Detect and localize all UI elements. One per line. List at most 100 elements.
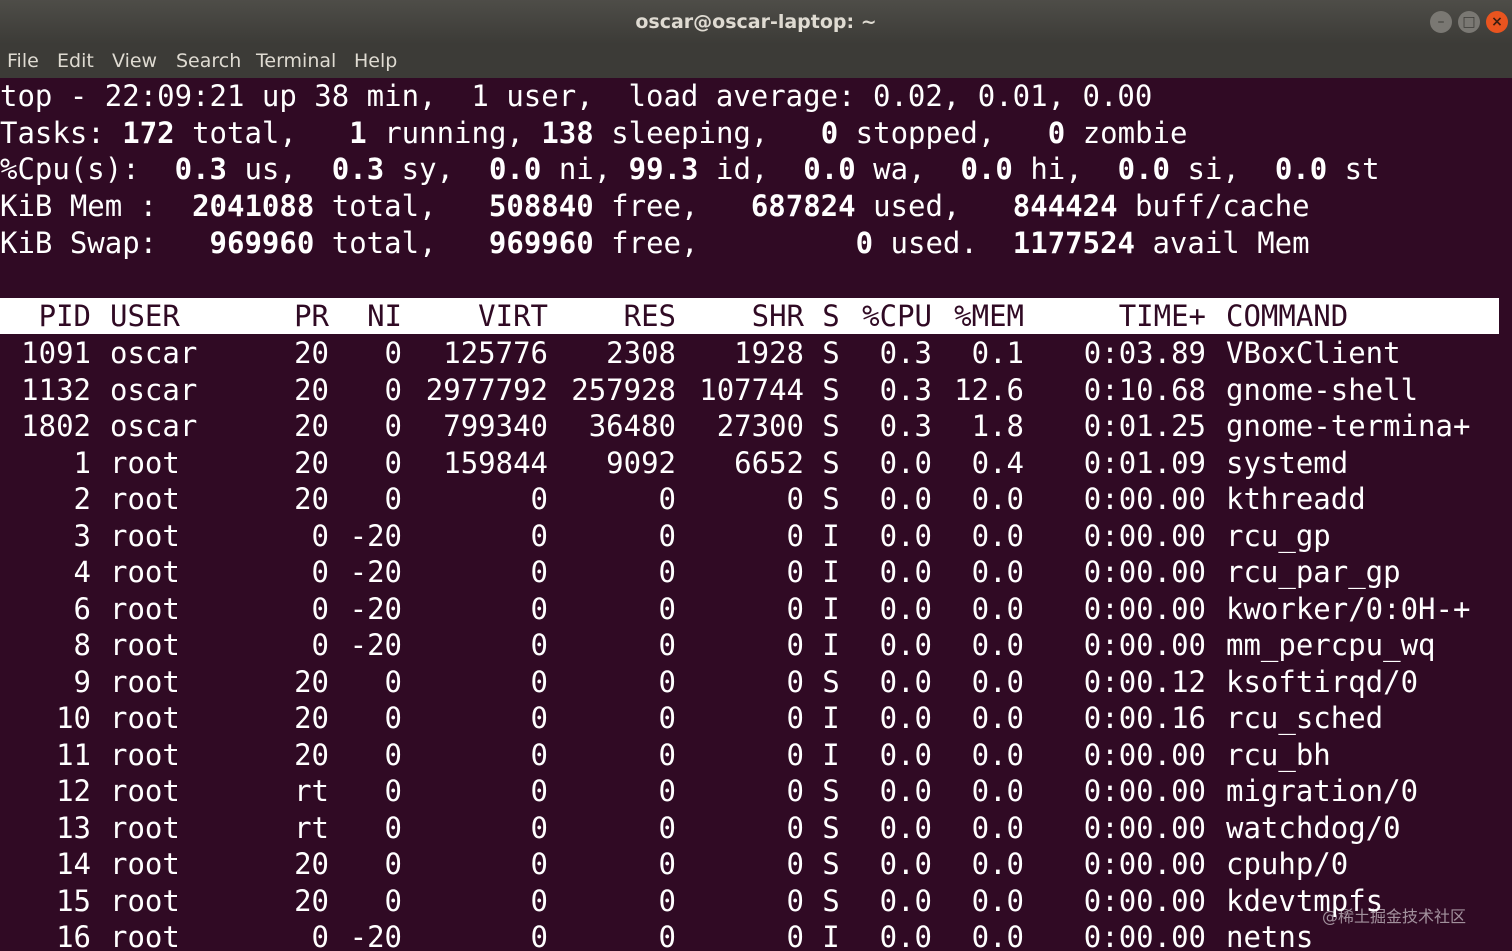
cell-pr: rt: [294, 774, 329, 808]
cell-state: I: [822, 738, 840, 772]
cell-pid: 2: [73, 482, 91, 516]
menu-help[interactable]: Help: [354, 44, 397, 78]
cell-virt: 0: [530, 884, 548, 918]
cell-state: S: [822, 774, 840, 808]
tasks-label: Tasks:: [0, 116, 105, 150]
cell-pr: 20: [294, 336, 329, 370]
cell-user: root: [110, 446, 180, 480]
title-bar[interactable]: oscar@oscar-laptop: ~ – □ ×: [0, 0, 1512, 44]
cell-state: S: [822, 884, 840, 918]
cell-shr: 0: [786, 774, 804, 808]
cell-state: I: [822, 920, 840, 951]
tasks-line: Tasks: 172 total, 1 running, 138 sleepin…: [0, 115, 1187, 151]
process-row: 4 root 0 -20 0 0 0 I 0.0 0.0 0:00.00 rcu_par_gp: [0, 554, 1512, 590]
menu-file[interactable]: File: [7, 44, 39, 78]
process-row: 3 root 0 -20 0 0 0 I 0.0 0.0 0:00.00 rcu_gp: [0, 518, 1512, 554]
cell-state: S: [822, 373, 840, 407]
cell-user: root: [110, 482, 180, 516]
cell-user: root: [110, 738, 180, 772]
cell-time: 0:00.00: [1083, 519, 1206, 553]
cell-mem: 0.0: [971, 482, 1024, 516]
cell-ni: 0: [384, 373, 402, 407]
cell-shr: 27300: [716, 409, 804, 443]
cell-mem: 0.0: [971, 738, 1024, 772]
cell-cpu: 0.0: [879, 555, 932, 589]
cell-shr: 0: [786, 555, 804, 589]
cell-pid: 4: [73, 555, 91, 589]
column-header-cpu: %CPU: [862, 299, 932, 333]
cell-pid: 11: [56, 738, 91, 772]
cell-state: I: [822, 519, 840, 553]
cell-pr: 0: [311, 592, 329, 626]
cell-virt: 0: [530, 738, 548, 772]
cell-command: mm_percpu_wq: [1226, 628, 1436, 662]
watermark: @稀土掘金技术社区: [1322, 907, 1467, 926]
maximize-button[interactable]: □: [1458, 11, 1480, 33]
cell-pr: 0: [311, 555, 329, 589]
menu-search[interactable]: Search: [176, 44, 241, 78]
cell-command: cpuhp/0: [1226, 847, 1349, 881]
cell-cpu: 0.3: [879, 373, 932, 407]
cell-pid: 1132: [21, 373, 91, 407]
cell-state: S: [822, 665, 840, 699]
cpu-id-label: id,: [715, 152, 769, 186]
cell-cpu: 0.0: [879, 701, 932, 735]
cell-ni: 0: [384, 811, 402, 845]
cell-pid: 10: [56, 701, 91, 735]
cell-ni: 0: [384, 665, 402, 699]
cell-pr: 20: [294, 665, 329, 699]
cell-pid: 15: [56, 884, 91, 918]
cell-pr: 20: [294, 482, 329, 516]
cell-mem: 0.0: [971, 519, 1024, 553]
cell-cpu: 0.0: [879, 665, 932, 699]
cell-pid: 9: [73, 665, 91, 699]
cell-time: 0:00.00: [1083, 847, 1206, 881]
cell-virt: 0: [530, 592, 548, 626]
cpu-hi: 0.0: [960, 152, 1013, 186]
swap-avail: 1177524: [1012, 226, 1135, 260]
cell-mem: 0.0: [971, 592, 1024, 626]
minimize-button[interactable]: –: [1430, 11, 1452, 33]
mem-label: KiB Mem :: [0, 189, 158, 223]
cell-shr: 6652: [734, 446, 804, 480]
column-header-state: S: [822, 299, 840, 333]
cell-mem: 0.0: [971, 555, 1024, 589]
column-header-user: USER: [110, 299, 180, 333]
cell-pr: 20: [294, 409, 329, 443]
swap-free: 969960: [488, 226, 594, 260]
cell-mem: 0.1: [971, 336, 1024, 370]
close-button[interactable]: ×: [1486, 11, 1508, 33]
process-row: 16 root 0 -20 0 0 0 I 0.0 0.0 0:00.00 netns: [0, 919, 1512, 951]
cell-pr: 20: [294, 373, 329, 407]
process-row: 15 root 20 0 0 0 0 S 0.0 0.0 0:00.00 kdevtmpfs: [0, 883, 1512, 919]
cell-command: migration/0: [1226, 774, 1419, 808]
cell-res: 0: [658, 482, 676, 516]
cell-cpu: 0.3: [879, 336, 932, 370]
cell-pr: 0: [311, 628, 329, 662]
cell-pid: 3: [73, 519, 91, 553]
cell-mem: 0.0: [971, 884, 1024, 918]
window-title: oscar@oscar-laptop: ~: [635, 11, 877, 33]
cell-user: root: [110, 628, 180, 662]
menu-edit[interactable]: Edit: [57, 44, 94, 78]
cell-virt: 159844: [443, 446, 548, 480]
cell-virt: 125776: [443, 336, 548, 370]
cell-command: rcu_sched: [1226, 701, 1384, 735]
mem-buff: 844424: [1012, 189, 1118, 223]
process-row: 1132 oscar 20 0 2977792 257928 107744 S 0.3 12.6 0…: [0, 372, 1512, 408]
cell-mem: 0.0: [971, 811, 1024, 845]
menu-terminal[interactable]: Terminal: [256, 44, 336, 78]
cell-time: 0:00.00: [1083, 482, 1206, 516]
cell-shr: 107744: [699, 373, 804, 407]
swap-label: KiB Swap:: [0, 226, 158, 260]
mem-used-label: used,: [873, 189, 961, 223]
cell-virt: 0: [530, 701, 548, 735]
process-row: 14 root 20 0 0 0 0 S 0.0 0.0 0:00.00 cpuhp/0: [0, 846, 1512, 882]
cell-state: I: [822, 628, 840, 662]
menu-view[interactable]: View: [112, 44, 157, 78]
process-row: 12 root rt 0 0 0 0 S 0.0 0.0 0:00.00 migration/0: [0, 773, 1512, 809]
process-row: 1802 oscar 20 0 799340 36480 27300 S 0.3 1.8 0:01.…: [0, 408, 1512, 444]
cell-res: 0: [658, 555, 676, 589]
cell-cpu: 0.0: [879, 884, 932, 918]
cell-virt: 0: [530, 555, 548, 589]
